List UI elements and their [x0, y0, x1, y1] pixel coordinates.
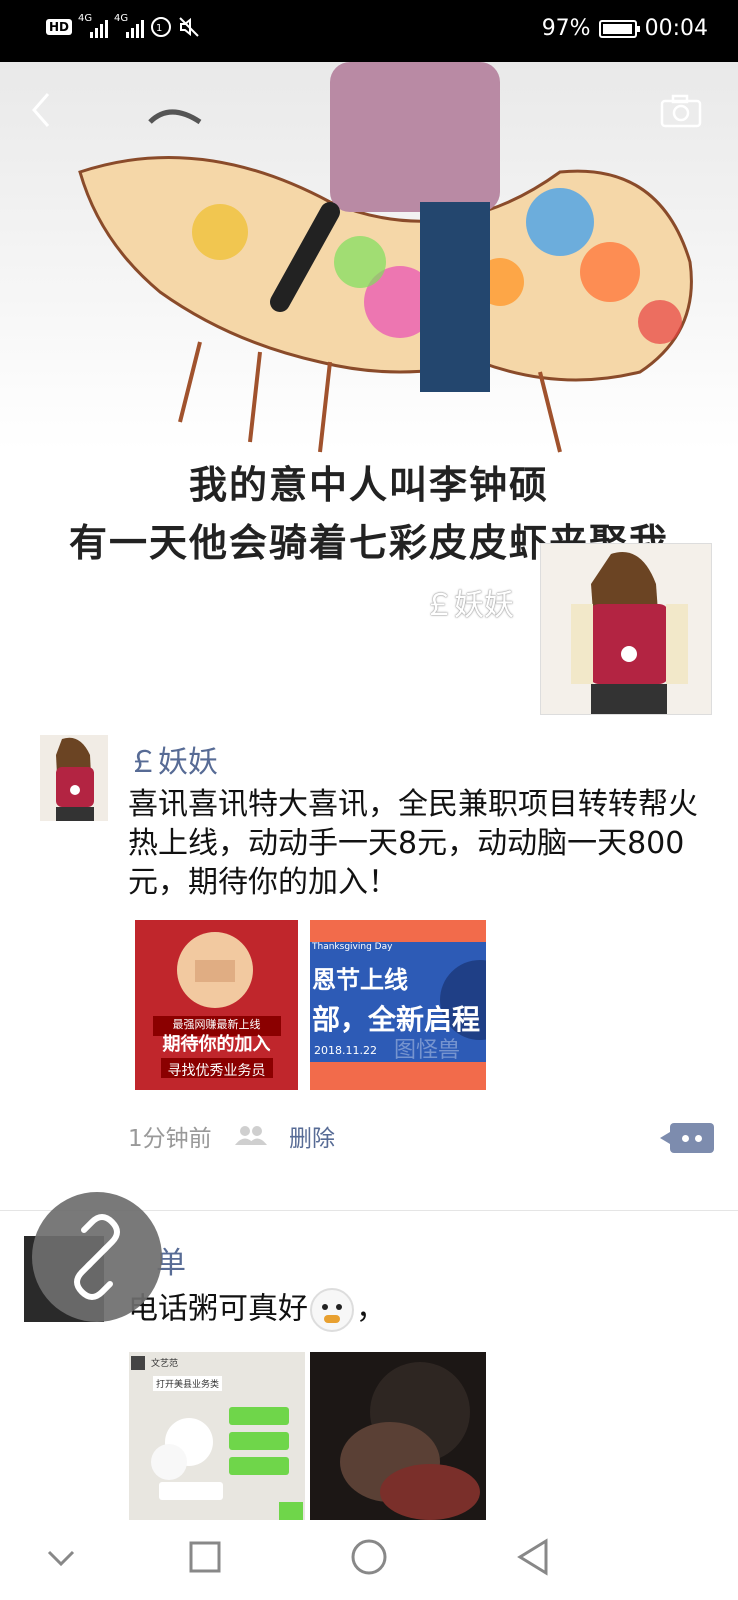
post-image-1[interactable]: 最强网赚最新上线 期待你的加入 寻找优秀业务员 [135, 920, 298, 1090]
clock: 00:04 [644, 16, 708, 41]
avatar[interactable] [40, 735, 108, 821]
floating-link-button[interactable] [32, 1192, 162, 1322]
battery-percent: 97% [541, 16, 591, 41]
cover-illustration [78, 62, 693, 453]
image-text: 恩节上线 [312, 966, 408, 994]
image-text: 期待你的加入 [162, 1034, 271, 1055]
status-bar: HD 4G 4G 1 97% 00:04 [0, 0, 738, 62]
profile-name: ￡妖妖 [424, 588, 514, 623]
cover-caption-1: 我的意中人叫李钟硕 [188, 463, 549, 507]
system-nav-bar [0, 1520, 738, 1600]
post-time: 1分钟前 [128, 1126, 212, 1152]
signal-icon: 4G [78, 14, 109, 38]
post-image-1[interactable]: 文艺范 打开美县业务类 [129, 1352, 305, 1522]
privacy-icon [235, 1126, 267, 1145]
watermark: 图怪兽 [394, 1038, 461, 1063]
profile-avatar[interactable] [540, 543, 712, 715]
image-text: Thanksgiving Day [312, 942, 393, 952]
post-image-2[interactable] [310, 1352, 486, 1522]
battery-icon [598, 19, 640, 38]
home-icon[interactable] [350, 1538, 388, 1576]
status-icons-right: 97% 00:04 [542, 16, 708, 41]
more-actions-icon[interactable] [660, 1123, 714, 1153]
back-arrow-icon[interactable] [28, 90, 54, 130]
chevron-down-icon[interactable] [46, 1548, 76, 1568]
recent-apps-icon[interactable] [188, 1540, 222, 1574]
back-icon[interactable] [516, 1538, 550, 1576]
link-icon [74, 1214, 120, 1300]
post-text: 电话粥可真好， [128, 1288, 708, 1332]
signal-icon-2: 4G [114, 14, 145, 38]
hd-badge: HD [46, 19, 73, 35]
status-icons-left: HD 4G 4G 1 [46, 14, 200, 38]
image-text: 2018.11.22 [314, 1044, 377, 1057]
dog-emoji-icon [310, 1288, 354, 1332]
camera-icon[interactable] [660, 94, 702, 128]
image-text: 寻找优秀业务员 [167, 1063, 266, 1079]
delete-link[interactable]: 删除 [289, 1119, 335, 1153]
post-image-2[interactable]: Thanksgiving Day 恩节上线 部，全新启程 2018.11.22 … [310, 920, 486, 1090]
svg-text:1: 1 [156, 23, 162, 34]
image-text: 打开美县业务类 [153, 1376, 223, 1391]
mute-icon [179, 17, 199, 37]
post-author[interactable]: ￡妖妖 [128, 737, 218, 781]
data-saver-icon: 1 [151, 17, 172, 37]
post-text: 喜讯喜讯特大喜讯，全民兼职项目转转帮火热上线，动动手一天8元，动动脑一天800元… [128, 787, 698, 900]
image-text: 文艺范 [151, 1359, 179, 1369]
